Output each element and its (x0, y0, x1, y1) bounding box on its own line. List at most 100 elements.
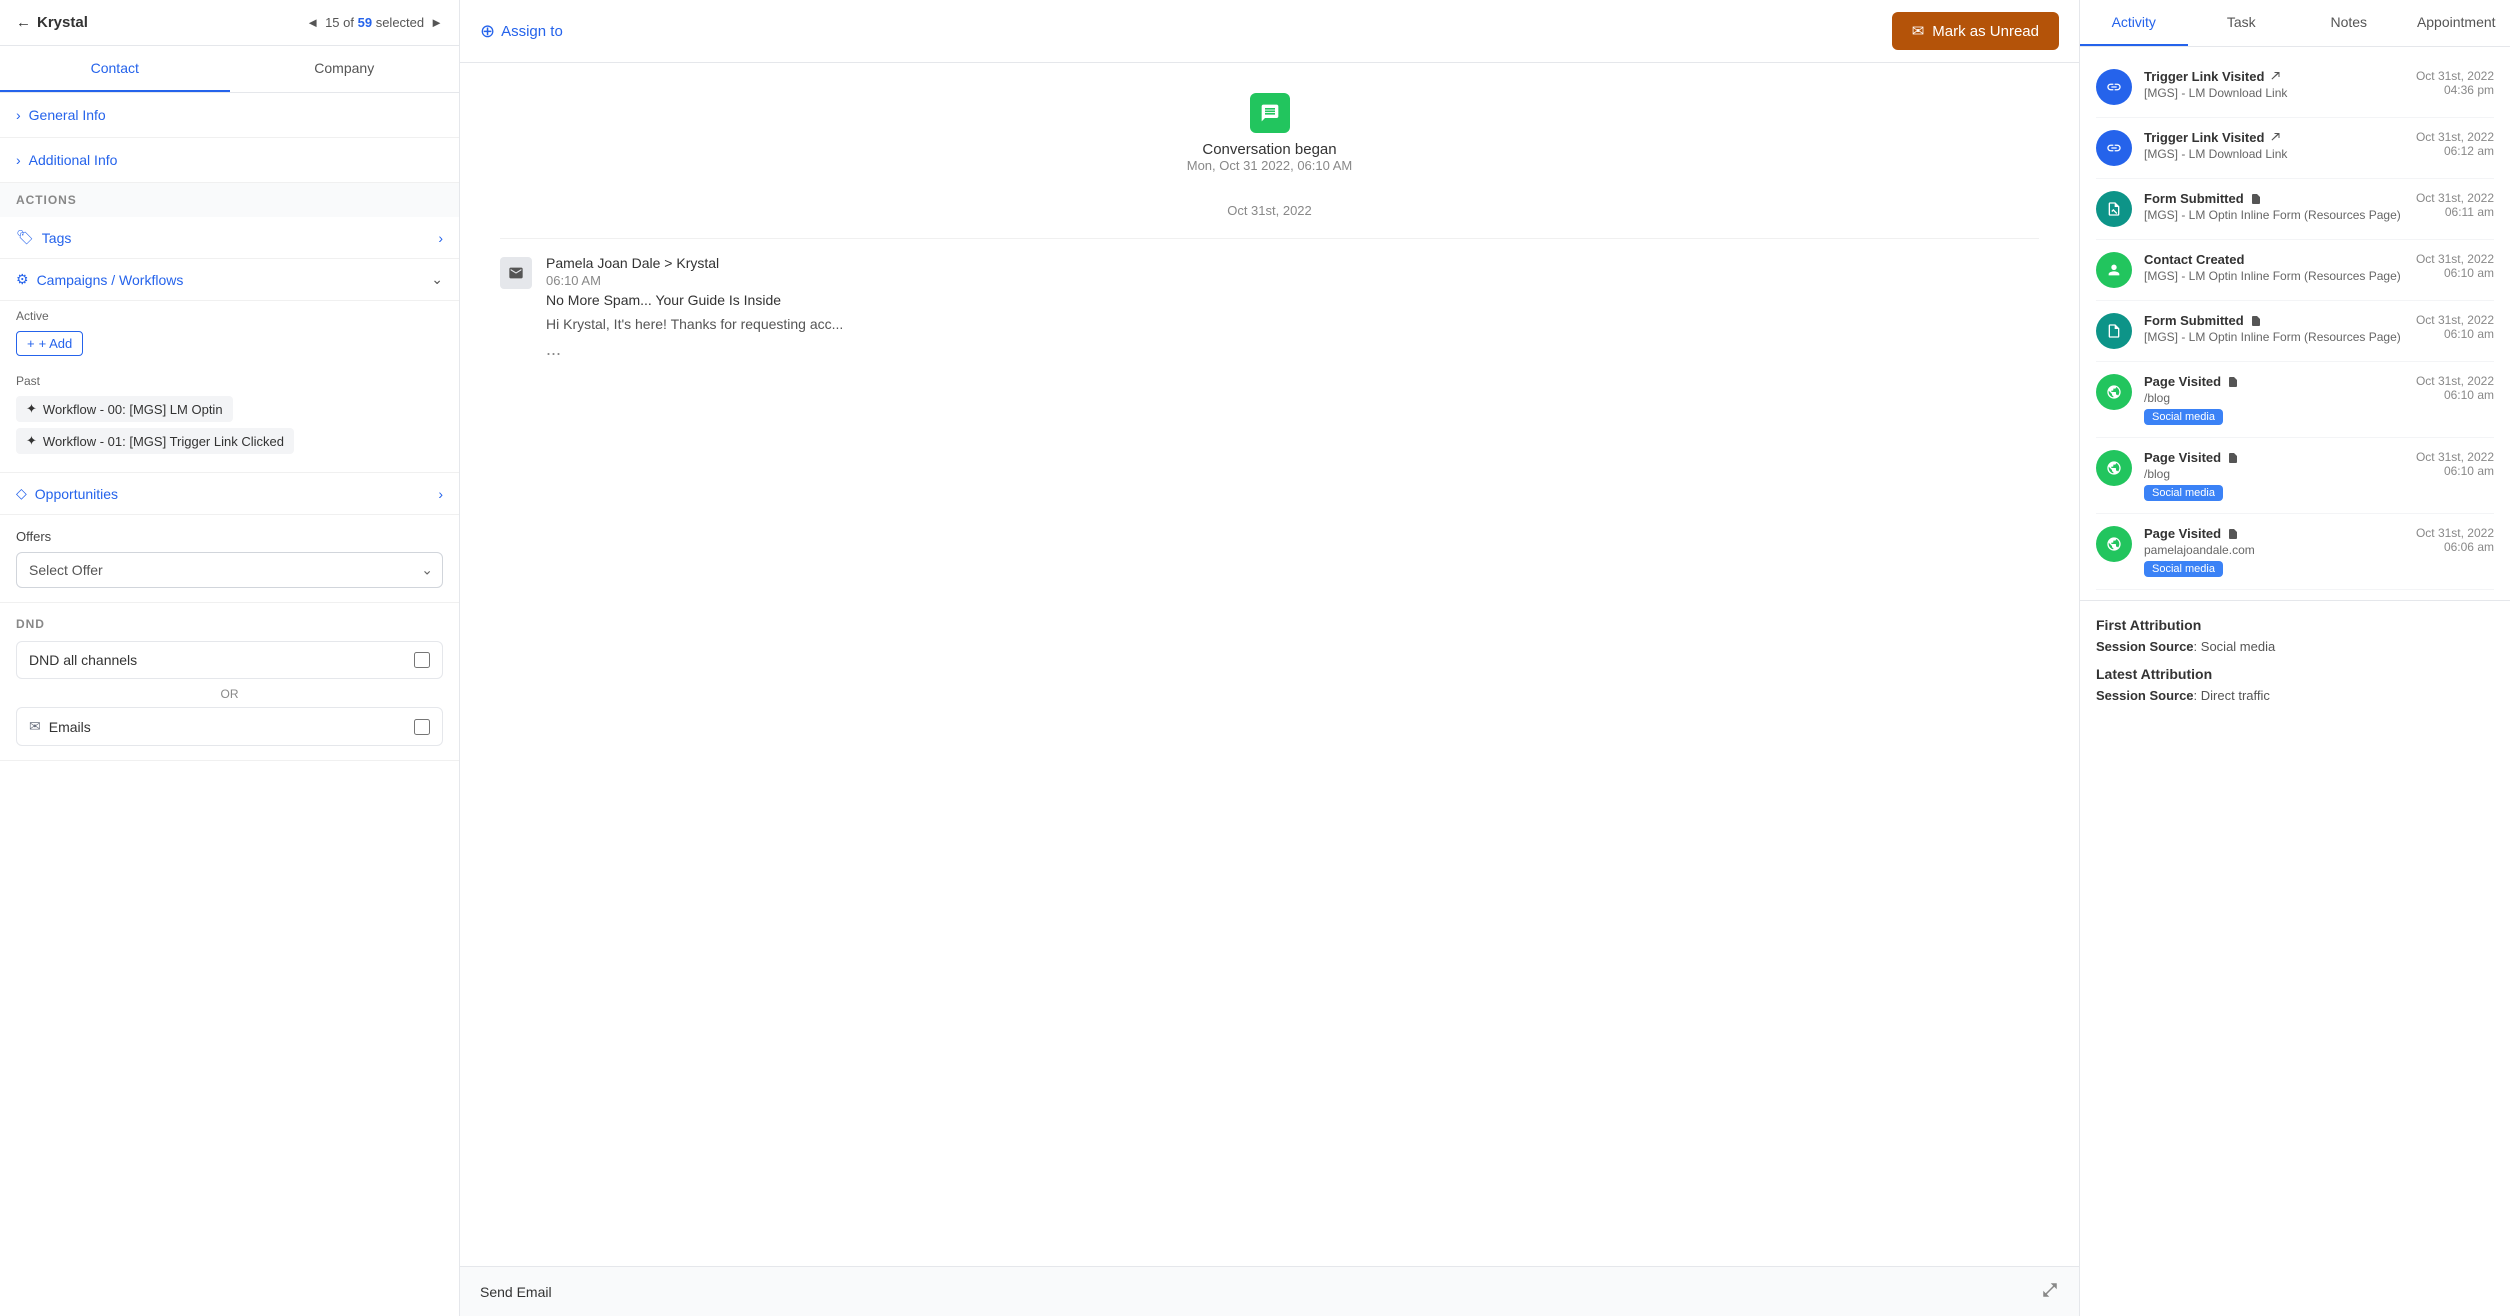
activity-date-2: Oct 31st, 2022 06:11 am (2416, 191, 2494, 219)
activity-date-4: Oct 31st, 2022 06:10 am (2416, 313, 2494, 341)
general-info-label: General Info (29, 107, 106, 123)
first-attribution-title: First Attribution (2096, 617, 2494, 633)
first-attribution-session: Session Source: Social media (2096, 639, 2494, 654)
tags-row-left: 🏷 Tags (16, 229, 71, 246)
activity-icon-7 (2096, 526, 2132, 562)
conversation-area: Conversation began Mon, Oct 31 2022, 06:… (460, 63, 2079, 1266)
campaigns-row[interactable]: ⚙ Campaigns / Workflows ⌄ (0, 259, 459, 301)
general-info-chevron-icon: › (16, 107, 21, 123)
activity-body-2: Form Submitted [MGS] - LM Optin Inline F… (2144, 191, 2404, 222)
conversation-began-date: Mon, Oct 31 2022, 06:10 AM (1187, 158, 1353, 173)
opportunities-label: Opportunities (35, 486, 118, 502)
workflow-icon-0: ✦ (26, 401, 37, 417)
activity-body-4: Form Submitted [MGS] - LM Optin Inline F… (2144, 313, 2404, 344)
activity-date-1: Oct 31st, 2022 06:12 am (2416, 130, 2494, 158)
social-badge-7: Social media (2144, 561, 2223, 577)
activity-item-5: Page Visited /blog Social media Oct 31st… (2096, 362, 2494, 438)
activity-date-5: Oct 31st, 2022 06:10 am (2416, 374, 2494, 402)
email-dots[interactable]: ... (546, 339, 2039, 360)
activity-title-7: Page Visited (2144, 526, 2404, 541)
activity-title-6: Page Visited (2144, 450, 2404, 465)
emails-text: Emails (49, 719, 91, 735)
activity-body-6: Page Visited /blog Social media (2144, 450, 2404, 501)
tab-notes[interactable]: Notes (2295, 0, 2403, 46)
select-offer-dropdown[interactable]: Select Offer (16, 552, 443, 588)
conversation-began-text: Conversation began (1202, 141, 1336, 158)
workflow-tag-0: ✦ Workflow - 00: [MGS] LM Optin (16, 396, 233, 422)
mark-unread-button[interactable]: ✉ Mark as Unread (1892, 12, 2059, 50)
dnd-label: DND (16, 617, 443, 631)
activity-title-2: Form Submitted (2144, 191, 2404, 206)
email-preview: Hi Krystal, It's here! Thanks for reques… (546, 314, 2039, 335)
add-workflow-button[interactable]: + + Add (16, 331, 443, 366)
activity-title-5: Page Visited (2144, 374, 2404, 389)
dnd-section: DND DND all channels OR ✉ Emails (0, 603, 459, 761)
tab-company[interactable]: Company (230, 46, 460, 92)
dnd-all-channels-row: DND all channels (16, 641, 443, 679)
tab-contact[interactable]: Contact (0, 46, 230, 92)
social-badge-5: Social media (2144, 409, 2223, 425)
activity-date-6: Oct 31st, 2022 06:10 am (2416, 450, 2494, 478)
back-arrow-icon: ← (16, 14, 31, 31)
expand-icon[interactable] (2041, 1281, 2059, 1302)
tags-row[interactable]: 🏷 Tags › (0, 217, 459, 259)
activity-item-1: Trigger Link Visited [MGS] - LM Download… (2096, 118, 2494, 179)
dnd-all-channels-checkbox[interactable] (414, 652, 430, 668)
activity-sub-4: [MGS] - LM Optin Inline Form (Resources … (2144, 330, 2404, 344)
activity-item-3: Contact Created [MGS] - LM Optin Inline … (2096, 240, 2494, 301)
mark-unread-label: Mark as Unread (1932, 23, 2039, 40)
general-info-header[interactable]: › General Info (0, 93, 459, 137)
opportunities-row[interactable]: ◇ Opportunities › (0, 473, 459, 515)
opportunities-icon: ◇ (16, 485, 27, 502)
activity-list: Trigger Link Visited [MGS] - LM Download… (2080, 47, 2510, 600)
add-btn-inner: + + Add (16, 331, 83, 356)
nav-next-icon[interactable]: ► (430, 15, 443, 30)
tab-appointment[interactable]: Appointment (2403, 0, 2510, 46)
chat-icon (1250, 93, 1290, 133)
activity-date-0: Oct 31st, 2022 04:36 pm (2416, 69, 2494, 97)
email-from: Pamela Joan Dale > Krystal (546, 255, 2039, 271)
campaigns-icon: ⚙ (16, 271, 29, 288)
past-label: Past (16, 374, 443, 388)
conversation-start: Conversation began Mon, Oct 31 2022, 06:… (500, 93, 2039, 173)
latest-attribution-session: Session Source: Direct traffic (2096, 688, 2494, 703)
offers-section: Offers Select Offer ⌄ (0, 515, 459, 603)
activity-icon-4 (2096, 313, 2132, 349)
activity-title-4: Form Submitted (2144, 313, 2404, 328)
general-info-section: › General Info (0, 93, 459, 138)
email-message: Pamela Joan Dale > Krystal 06:10 AM No M… (500, 238, 2039, 376)
activity-item-4: Form Submitted [MGS] - LM Optin Inline F… (2096, 301, 2494, 362)
back-button[interactable]: ← Krystal (16, 14, 88, 31)
tab-activity[interactable]: Activity (2080, 0, 2188, 46)
workflow-list: ✦ Workflow - 00: [MGS] LM Optin ✦ Workfl… (16, 396, 443, 460)
activity-icon-6 (2096, 450, 2132, 486)
or-divider: OR (16, 687, 443, 701)
middle-header: ⊕ Assign to ✉ Mark as Unread (460, 0, 2079, 63)
activity-date-3: Oct 31st, 2022 06:10 am (2416, 252, 2494, 280)
tab-task[interactable]: Task (2188, 0, 2296, 46)
emails-row: ✉ Emails (16, 707, 443, 746)
activity-title-1: Trigger Link Visited (2144, 130, 2404, 145)
nav-prev-icon[interactable]: ◄ (306, 15, 319, 30)
workflow-label-0: Workflow - 00: [MGS] LM Optin (43, 402, 223, 417)
additional-info-header[interactable]: › Additional Info (0, 138, 459, 182)
tags-chevron-icon: › (438, 230, 443, 246)
counter-text: 15 of 59 selected (325, 15, 424, 30)
campaigns-section: ⚙ Campaigns / Workflows ⌄ Active + + Add… (0, 259, 459, 473)
assign-to-button[interactable]: ⊕ Assign to (480, 21, 563, 42)
email-message-icon (500, 257, 532, 289)
activity-icon-3 (2096, 252, 2132, 288)
activity-title-3: Contact Created (2144, 252, 2404, 267)
tag-icon: 🏷 (16, 229, 34, 246)
activity-item-6: Page Visited /blog Social media Oct 31st… (2096, 438, 2494, 514)
send-email-label: Send Email (480, 1284, 552, 1300)
activity-icon-5 (2096, 374, 2132, 410)
emails-checkbox[interactable] (414, 719, 430, 735)
activity-body-7: Page Visited pamelajoandale.com Social m… (2144, 526, 2404, 577)
activity-body-1: Trigger Link Visited [MGS] - LM Download… (2144, 130, 2404, 161)
left-panel: ← Krystal ◄ 15 of 59 selected ► Contact … (0, 0, 460, 1316)
activity-icon-1 (2096, 130, 2132, 166)
send-bar: Send Email (460, 1266, 2079, 1316)
right-tabs: Activity Task Notes Appointment (2080, 0, 2510, 47)
contact-tabs: Contact Company (0, 46, 459, 93)
